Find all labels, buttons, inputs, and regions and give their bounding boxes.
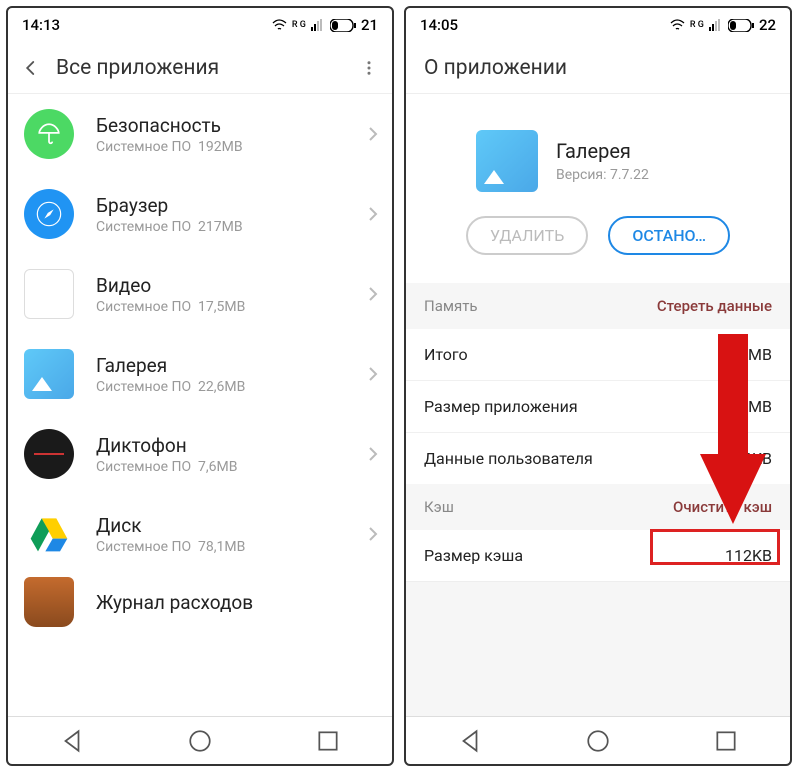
nav-recent-icon[interactable] bbox=[315, 728, 341, 754]
app-sub: Системное ПО 17,5MB bbox=[96, 299, 352, 315]
status-right: R G 22 bbox=[670, 16, 776, 34]
kv-cachesize: Размер кэша112KB bbox=[406, 530, 790, 581]
app-name: Галерея bbox=[96, 354, 352, 377]
nav-bar bbox=[406, 716, 790, 764]
status-time: 14:13 bbox=[22, 16, 60, 34]
signal-icon bbox=[709, 19, 723, 31]
battery-icon bbox=[330, 19, 356, 32]
nav-recent-icon[interactable] bbox=[713, 728, 739, 754]
net-label: R G bbox=[690, 20, 704, 30]
app-header: Галерея Версия: 7.7.22 bbox=[406, 94, 790, 216]
chevron-right-icon bbox=[368, 206, 378, 222]
kv-appsize: Размер приложенияMB bbox=[406, 380, 790, 432]
battery-level: 22 bbox=[759, 16, 776, 34]
section-memory: Память Стереть данные bbox=[406, 283, 790, 329]
net-label: R G bbox=[292, 20, 306, 30]
chevron-right-icon bbox=[368, 446, 378, 462]
app-name: Браузер bbox=[96, 194, 352, 217]
section-label: Память bbox=[424, 297, 478, 315]
section-cache: Кэш Очистить кэш bbox=[406, 484, 790, 530]
page-title: Все приложения bbox=[56, 56, 344, 80]
clear-data-link[interactable]: Стереть данные bbox=[657, 297, 772, 315]
chevron-right-icon bbox=[368, 366, 378, 382]
app-row-recorder[interactable]: Диктофон Системное ПО 7,6MB bbox=[8, 414, 392, 494]
app-name: Видео bbox=[96, 274, 352, 297]
page-title: О приложении bbox=[424, 56, 776, 80]
nav-home-icon[interactable] bbox=[585, 728, 611, 754]
app-row-video[interactable]: Видео Системное ПО 17,5MB bbox=[8, 254, 392, 334]
chevron-right-icon bbox=[368, 126, 378, 142]
nav-bar bbox=[8, 716, 392, 764]
stop-button[interactable]: ОСТАНО… bbox=[608, 216, 730, 255]
app-sub: Системное ПО 192MB bbox=[96, 139, 352, 155]
chevron-right-icon bbox=[368, 526, 378, 542]
app-sub: Системное ПО 217MB bbox=[96, 219, 352, 235]
app-sub: Системное ПО 78,1MB bbox=[96, 539, 352, 555]
status-bar: 14:13 R G 21 bbox=[8, 8, 392, 42]
app-sub: Системное ПО 7,6MB bbox=[96, 459, 352, 475]
app-list: Безопасность Системное ПО 192MB Браузер Си… bbox=[8, 94, 392, 716]
kv-total: Итого6MB bbox=[406, 329, 790, 380]
wallet-icon bbox=[24, 577, 74, 627]
app-row-browser[interactable]: Браузер Системное ПО 217MB bbox=[8, 174, 392, 254]
nav-back-icon[interactable] bbox=[457, 728, 483, 754]
button-row: УДАЛИТЬ ОСТАНО… bbox=[406, 216, 790, 283]
clear-cache-link[interactable]: Очистить кэш bbox=[673, 498, 772, 516]
chevron-right-icon bbox=[368, 286, 378, 302]
phone-right: 14:05 R G 22 О приложении Галерея Версия… bbox=[404, 6, 792, 766]
recorder-icon bbox=[24, 429, 74, 479]
signal-icon bbox=[311, 19, 325, 31]
section-label: Кэш bbox=[424, 498, 454, 516]
umbrella-icon bbox=[24, 109, 74, 159]
app-name: Галерея bbox=[556, 139, 649, 163]
app-name: Диск bbox=[96, 514, 352, 537]
app-name: Безопасность bbox=[96, 114, 352, 137]
status-bar: 14:05 R G 22 bbox=[406, 8, 790, 42]
nav-back-icon[interactable] bbox=[59, 728, 85, 754]
gallery-icon bbox=[476, 130, 538, 192]
more-icon[interactable] bbox=[360, 59, 378, 77]
status-right: R G 21 bbox=[272, 16, 378, 34]
header: О приложении bbox=[406, 42, 790, 94]
clapperboard-icon bbox=[24, 269, 74, 319]
wifi-icon bbox=[670, 19, 685, 31]
filler bbox=[406, 581, 790, 716]
app-name: Диктофон bbox=[96, 434, 352, 457]
app-row-gallery[interactable]: Галерея Системное ПО 22,6MB bbox=[8, 334, 392, 414]
battery-level: 21 bbox=[361, 16, 378, 34]
compass-icon bbox=[24, 189, 74, 239]
battery-icon bbox=[728, 19, 754, 32]
app-row-journal[interactable]: Журнал расходов bbox=[8, 574, 392, 630]
nav-home-icon[interactable] bbox=[187, 728, 213, 754]
back-icon[interactable] bbox=[22, 59, 40, 77]
app-name: Журнал расходов bbox=[96, 591, 378, 614]
wifi-icon bbox=[272, 19, 287, 31]
app-row-security[interactable]: Безопасность Системное ПО 192MB bbox=[8, 94, 392, 174]
phone-left: 14:13 R G 21 Все приложения Безопасность… bbox=[6, 6, 394, 766]
header: Все приложения bbox=[8, 42, 392, 94]
gallery-icon bbox=[24, 349, 74, 399]
status-time: 14:05 bbox=[420, 16, 458, 34]
app-row-drive[interactable]: Диск Системное ПО 78,1MB bbox=[8, 494, 392, 574]
app-version: Версия: 7.7.22 bbox=[556, 167, 649, 183]
delete-button[interactable]: УДАЛИТЬ bbox=[466, 216, 588, 255]
drive-icon bbox=[24, 509, 74, 559]
kv-userdata: Данные пользователя96KB bbox=[406, 432, 790, 484]
app-sub: Системное ПО 22,6MB bbox=[96, 379, 352, 395]
